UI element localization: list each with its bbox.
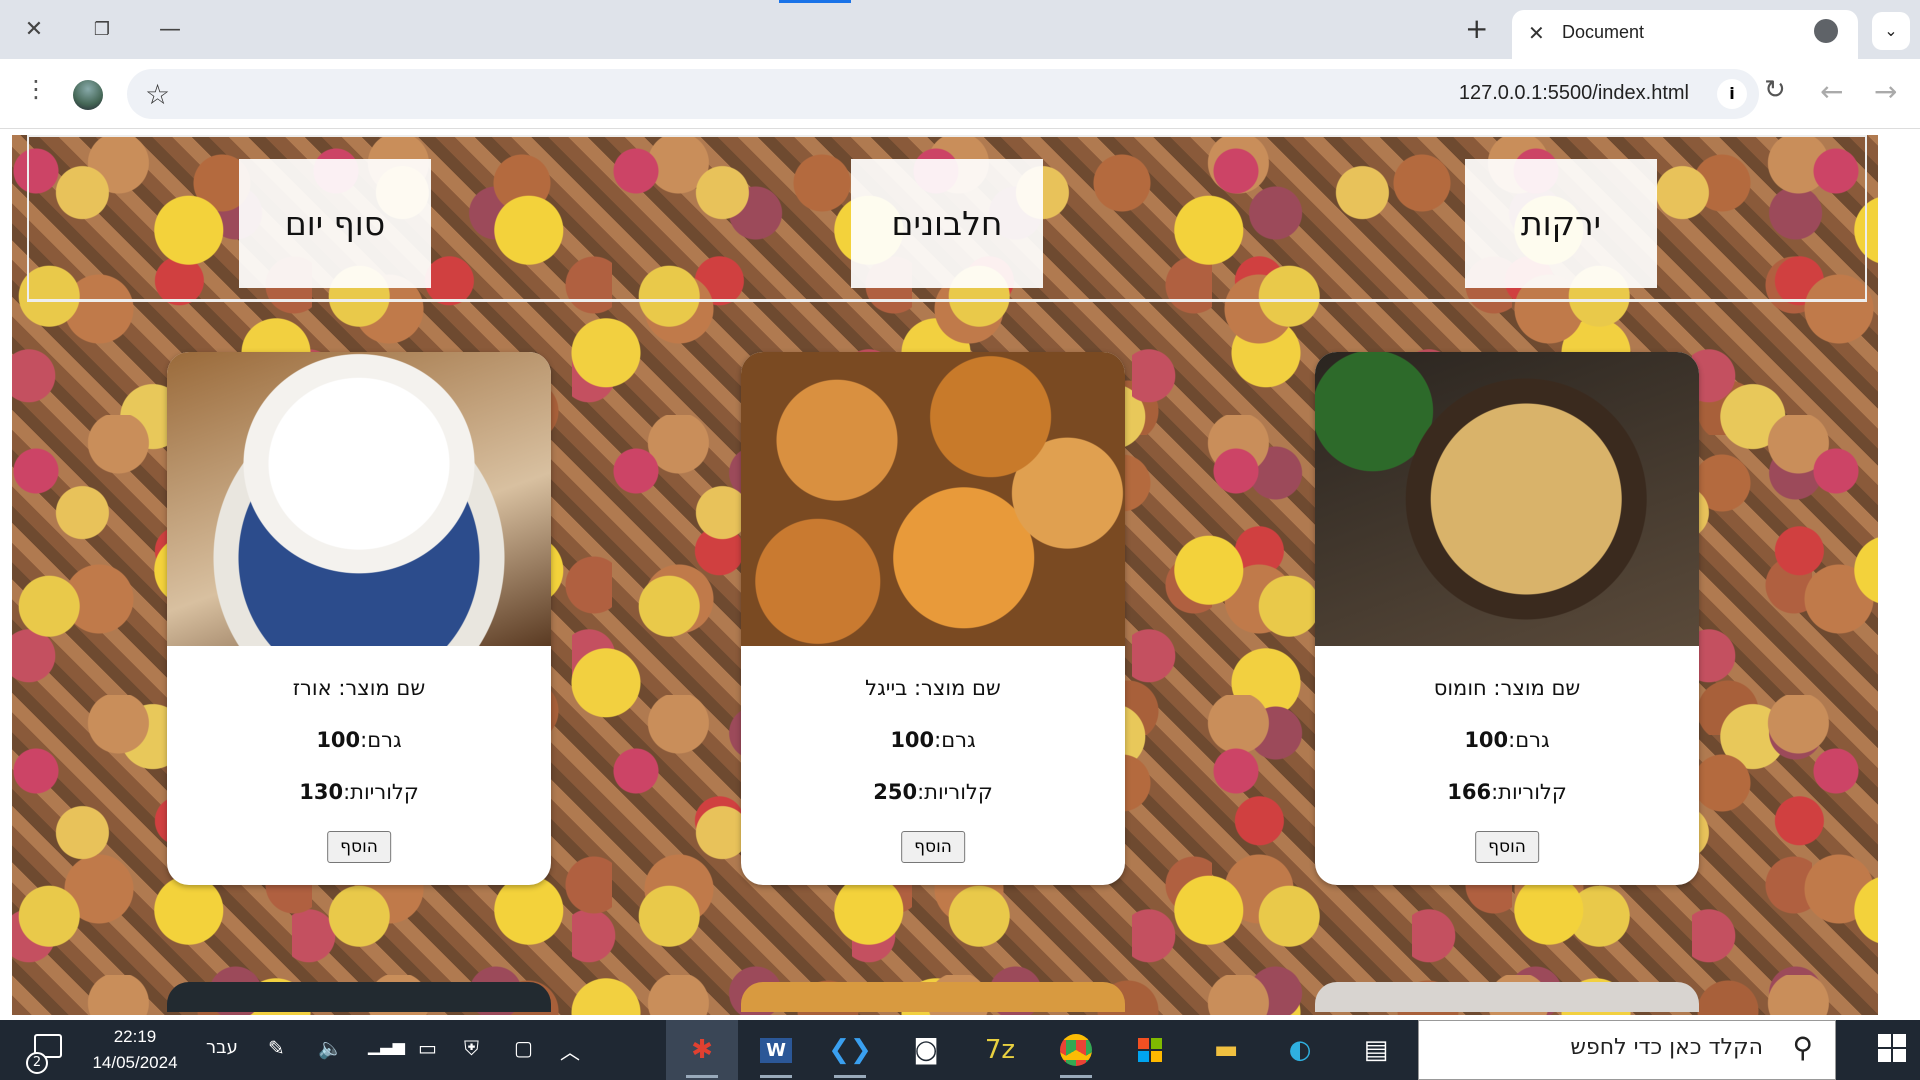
product-calories: קלוריות:166	[1447, 780, 1567, 804]
clock-date: 14/05/2024	[92, 1053, 178, 1072]
new-tab-button[interactable]: +	[1465, 12, 1488, 45]
menu-dots-icon[interactable]: ⋮	[24, 75, 48, 103]
add-button[interactable]: הוסף	[1475, 831, 1539, 863]
product-name: שם מוצר: חומוס	[1433, 676, 1581, 700]
url-text[interactable]: 127.0.0.1:5500/index.html	[1459, 82, 1689, 105]
add-button[interactable]: הוסף	[327, 831, 391, 863]
show-hidden-icons[interactable]: ︿	[560, 1036, 580, 1065]
loading-indicator	[779, 0, 851, 3]
edge-icon[interactable]: ◐	[1264, 1020, 1336, 1080]
windows-start-icon[interactable]	[1878, 1034, 1906, 1062]
product-image	[167, 352, 551, 646]
restore-window-icon[interactable]: ❐	[82, 14, 122, 46]
search-icon: ⚲	[1792, 1031, 1813, 1064]
search-placeholder: הקלד כאן כדי לחפש	[1570, 1035, 1763, 1060]
word-icon[interactable]: W	[740, 1020, 812, 1080]
product-card-rice: שם מוצר: אורז גרם:100 קלוריות:130 הוסף	[167, 352, 551, 885]
nav-end-of-day[interactable]: סוף יום	[239, 159, 431, 288]
globe-icon	[1814, 19, 1838, 43]
back-arrow-icon[interactable]: ←	[1820, 75, 1843, 108]
seven-zip-icon[interactable]: 7z	[964, 1020, 1036, 1080]
security-shield-icon[interactable]: ⛨	[464, 1036, 479, 1060]
category-nav: ירקות חלבונים סוף יום	[27, 135, 1867, 302]
next-row-card	[167, 982, 551, 1012]
product-name: שם מוצר: בייגל	[865, 676, 1001, 700]
product-grams: גרם:100	[890, 728, 976, 752]
page-viewport: ירקות חלבונים סוף יום שם מוצר: חומוס גרם…	[0, 130, 1920, 1020]
product-image	[1315, 352, 1699, 646]
store-icon[interactable]	[1114, 1020, 1186, 1080]
battery-icon[interactable]: ▭	[418, 1036, 437, 1060]
reload-icon[interactable]: ↻	[1764, 75, 1786, 105]
add-button[interactable]: הוסף	[901, 831, 965, 863]
taskbar-app-active[interactable]: ✱	[666, 1020, 738, 1080]
tab-search-button[interactable]: ⌄	[1872, 12, 1910, 50]
site-info-icon[interactable]: i	[1717, 79, 1747, 109]
product-grams: גרם:100	[1464, 728, 1550, 752]
profile-avatar[interactable]	[73, 80, 103, 110]
tab-document[interactable]: ✕ Document	[1512, 10, 1858, 60]
browser-tab-bar: ✕ ❐ — + ✕ Document ⌄	[0, 0, 1920, 60]
task-view-icon[interactable]: ▤	[1340, 1020, 1412, 1080]
camera-icon[interactable]: ◙	[890, 1020, 962, 1080]
product-card-hummus: שם מוצר: חומוס גרם:100 קלוריות:166 הוסף	[1315, 352, 1699, 885]
clock-time: 22:19	[113, 1027, 157, 1046]
product-name: שם מוצר: אורז	[292, 676, 426, 700]
bookmark-star-icon[interactable]: ☆	[145, 78, 170, 111]
tab-title: Document	[1562, 22, 1645, 42]
next-row-card	[741, 982, 1125, 1012]
vscode-icon[interactable]: ❮❯	[814, 1020, 886, 1080]
meet-icon[interactable]: ▢	[514, 1036, 533, 1060]
notification-count: 2	[26, 1052, 48, 1074]
close-window-icon[interactable]: ✕	[14, 14, 54, 46]
next-row-card	[1315, 982, 1699, 1012]
minimize-window-icon[interactable]: —	[150, 14, 190, 46]
tab-close-icon[interactable]: ✕	[1528, 21, 1545, 45]
chrome-icon[interactable]	[1040, 1020, 1112, 1080]
clock[interactable]: 22:19 14/05/2024	[80, 1024, 190, 1076]
language-indicator[interactable]: עבר	[206, 1037, 238, 1058]
pen-icon[interactable]: ✎	[268, 1036, 285, 1060]
product-calories: קלוריות:130	[299, 780, 419, 804]
product-image	[741, 352, 1125, 646]
browser-toolbar: ⋮ ☆ 127.0.0.1:5500/index.html i ↻ ← →	[0, 59, 1920, 129]
taskbar: 2 22:19 14/05/2024 עבר ✎ 🔈 ▁▃▅ ▭ ⛨ ▢ ︿ ✱…	[0, 1020, 1920, 1080]
product-card-bagel: שם מוצר: בייגל גרם:100 קלוריות:250 הוסף	[741, 352, 1125, 885]
file-explorer-icon[interactable]: ▬	[1190, 1020, 1262, 1080]
address-bar[interactable]: ☆ 127.0.0.1:5500/index.html i	[127, 69, 1759, 119]
product-calories: קלוריות:250	[873, 780, 993, 804]
forward-arrow-icon[interactable]: →	[1874, 75, 1897, 108]
volume-icon[interactable]: 🔈	[318, 1036, 343, 1060]
network-icon[interactable]: ▁▃▅	[368, 1036, 405, 1055]
nav-proteins[interactable]: חלבונים	[851, 159, 1043, 288]
nav-vegetables[interactable]: ירקות	[1465, 159, 1657, 288]
taskbar-search[interactable]: הקלד כאן כדי לחפש ⚲	[1418, 1020, 1836, 1080]
product-grams: גרם:100	[316, 728, 402, 752]
